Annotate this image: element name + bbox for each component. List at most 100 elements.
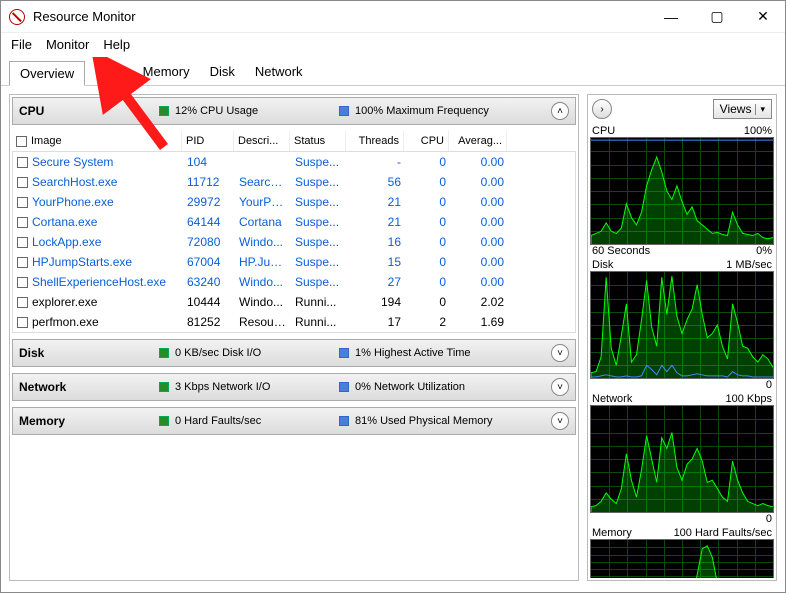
col-image[interactable]: Image bbox=[12, 131, 182, 151]
chart-canvas bbox=[590, 405, 774, 513]
chart-max: 100% bbox=[744, 125, 772, 137]
checkbox-icon[interactable] bbox=[17, 197, 28, 208]
titlebar: Resource Monitor — ▢ ✕ bbox=[1, 1, 785, 33]
net-io-label: 3 Kbps Network I/O bbox=[175, 381, 270, 393]
left-column: CPU 12% CPU Usage 100% Maximum Frequency… bbox=[9, 94, 579, 581]
chevron-down-icon[interactable]: ˅ bbox=[551, 378, 569, 396]
chart-max: 1 MB/sec bbox=[726, 259, 772, 271]
table-row[interactable]: Cortana.exe 64144CortanaSuspe... 2100.00 bbox=[13, 212, 575, 232]
chevron-down-icon[interactable]: ˅ bbox=[551, 344, 569, 362]
minimize-button[interactable]: — bbox=[657, 3, 685, 31]
chart-canvas bbox=[590, 137, 774, 245]
cpu-table: Image PID Descri... Status Threads CPU A… bbox=[12, 131, 576, 333]
mem-faults-label: 0 Hard Faults/sec bbox=[175, 415, 261, 427]
chart-max: 100 Hard Faults/sec bbox=[674, 527, 772, 539]
chevron-up-icon[interactable]: ˄ bbox=[551, 102, 569, 120]
maximize-button[interactable]: ▢ bbox=[703, 3, 731, 31]
chart-min: 0% bbox=[756, 245, 772, 257]
table-row[interactable]: LockApp.exe 72080Windo...Suspe... 1600.0… bbox=[13, 232, 575, 252]
menu-monitor[interactable]: Monitor bbox=[46, 37, 89, 52]
disk-io-label: 0 KB/sec Disk I/O bbox=[175, 347, 261, 359]
chart-xlabel: 60 Seconds bbox=[592, 245, 650, 257]
disk-panel-header[interactable]: Disk 0 KB/sec Disk I/O 1% Highest Active… bbox=[12, 339, 576, 367]
network-panel-title: Network bbox=[19, 380, 159, 394]
square-blue-icon bbox=[339, 416, 349, 426]
checkbox-icon[interactable] bbox=[17, 317, 28, 328]
col-threads[interactable]: Threads bbox=[346, 131, 404, 151]
cpu-table-body: Secure System 104Suspe... -00.00SearchHo… bbox=[12, 152, 576, 333]
cpu-panel-title: CPU bbox=[19, 104, 159, 118]
chart-cpu: CPU 100% 60 Seconds 0% bbox=[590, 125, 774, 257]
net-util-label: 0% Network Utilization bbox=[355, 381, 465, 393]
checkbox-icon[interactable] bbox=[16, 136, 27, 147]
tab-disk[interactable]: Disk bbox=[200, 60, 245, 85]
col-pid[interactable]: PID bbox=[182, 131, 234, 151]
right-toolbar: › Views▾ bbox=[590, 97, 774, 125]
table-row[interactable]: YourPhone.exe 29972YourPh...Suspe... 210… bbox=[13, 192, 575, 212]
checkbox-icon[interactable] bbox=[17, 257, 28, 268]
table-row[interactable]: HPJumpStarts.exe 67004HP.Jum...Suspe... … bbox=[13, 252, 575, 272]
table-row[interactable]: SearchHost.exe 11712Search...Suspe... 56… bbox=[13, 172, 575, 192]
chart-canvas bbox=[590, 271, 774, 379]
chart-list: CPU100% 60 Seconds0%Disk1 MB/sec 0Networ… bbox=[590, 125, 774, 578]
square-green-icon bbox=[159, 106, 169, 116]
tab-overview[interactable]: Overview bbox=[9, 61, 85, 86]
checkbox-icon[interactable] bbox=[17, 217, 28, 228]
checkbox-icon[interactable] bbox=[17, 277, 28, 288]
chart-min: 0 bbox=[766, 379, 772, 391]
network-panel-header[interactable]: Network 3 Kbps Network I/O 0% Network Ut… bbox=[12, 373, 576, 401]
tabbar: Overview CPU Memory Disk Network bbox=[1, 56, 785, 86]
chart-title: Network bbox=[592, 393, 632, 405]
chart-title: Memory bbox=[592, 527, 632, 539]
mem-used-label: 81% Used Physical Memory bbox=[355, 415, 493, 427]
disk-active-label: 1% Highest Active Time bbox=[355, 347, 471, 359]
menubar: File Monitor Help bbox=[1, 33, 785, 56]
table-row[interactable]: explorer.exe 10444Windo...Runni... 19402… bbox=[13, 292, 575, 312]
chart-canvas bbox=[590, 539, 774, 578]
table-row[interactable]: Secure System 104Suspe... -00.00 bbox=[13, 152, 575, 172]
chart-title: CPU bbox=[592, 125, 615, 137]
menu-file[interactable]: File bbox=[11, 37, 32, 52]
collapse-charts-button[interactable]: › bbox=[592, 99, 612, 119]
app-icon bbox=[9, 9, 25, 25]
checkbox-icon[interactable] bbox=[17, 297, 28, 308]
chevron-down-icon[interactable]: ˅ bbox=[551, 412, 569, 430]
window-controls: — ▢ ✕ bbox=[657, 3, 777, 31]
disk-panel-title: Disk bbox=[19, 346, 159, 360]
tab-network[interactable]: Network bbox=[245, 60, 313, 85]
cpu-freq-label: 100% Maximum Frequency bbox=[355, 105, 489, 117]
views-dropdown[interactable]: Views▾ bbox=[713, 99, 772, 119]
cpu-table-header: Image PID Descri... Status Threads CPU A… bbox=[12, 131, 576, 152]
tab-cpu[interactable]: CPU bbox=[85, 60, 132, 85]
checkbox-icon[interactable] bbox=[17, 157, 28, 168]
right-column: › Views▾ CPU 100% 60 Seconds 0% Disk 1 MB/se… bbox=[587, 94, 777, 581]
memory-panel-title: Memory bbox=[19, 414, 159, 428]
chevron-down-icon: ▾ bbox=[755, 104, 765, 115]
menu-help[interactable]: Help bbox=[103, 37, 130, 52]
checkbox-icon[interactable] bbox=[17, 177, 28, 188]
square-blue-icon bbox=[339, 348, 349, 358]
square-green-icon bbox=[159, 348, 169, 358]
square-blue-icon bbox=[339, 382, 349, 392]
table-row[interactable]: perfmon.exe 81252Resour...Runni... 1721.… bbox=[13, 312, 575, 332]
checkbox-icon[interactable] bbox=[17, 237, 28, 248]
col-cpu[interactable]: CPU bbox=[404, 131, 449, 151]
chart-network: Network 100 Kbps 0 bbox=[590, 393, 774, 525]
chart-disk: Disk 1 MB/sec 0 bbox=[590, 259, 774, 391]
col-desc[interactable]: Descri... bbox=[234, 131, 290, 151]
close-button[interactable]: ✕ bbox=[749, 3, 777, 31]
chart-max: 100 Kbps bbox=[726, 393, 772, 405]
chart-memory: Memory 100 Hard Faults/sec bbox=[590, 527, 774, 578]
square-blue-icon bbox=[339, 106, 349, 116]
col-avg[interactable]: Averag... bbox=[449, 131, 507, 151]
table-row[interactable]: ShellExperienceHost.exe 63240Windo...Sus… bbox=[13, 272, 575, 292]
tab-memory[interactable]: Memory bbox=[133, 60, 200, 85]
window-title: Resource Monitor bbox=[33, 9, 136, 24]
col-status[interactable]: Status bbox=[290, 131, 346, 151]
cpu-panel-header[interactable]: CPU 12% CPU Usage 100% Maximum Frequency… bbox=[12, 97, 576, 125]
chart-min: 0 bbox=[766, 513, 772, 525]
square-green-icon bbox=[159, 416, 169, 426]
memory-panel-header[interactable]: Memory 0 Hard Faults/sec 81% Used Physic… bbox=[12, 407, 576, 435]
chart-title: Disk bbox=[592, 259, 613, 271]
cpu-usage-label: 12% CPU Usage bbox=[175, 105, 258, 117]
